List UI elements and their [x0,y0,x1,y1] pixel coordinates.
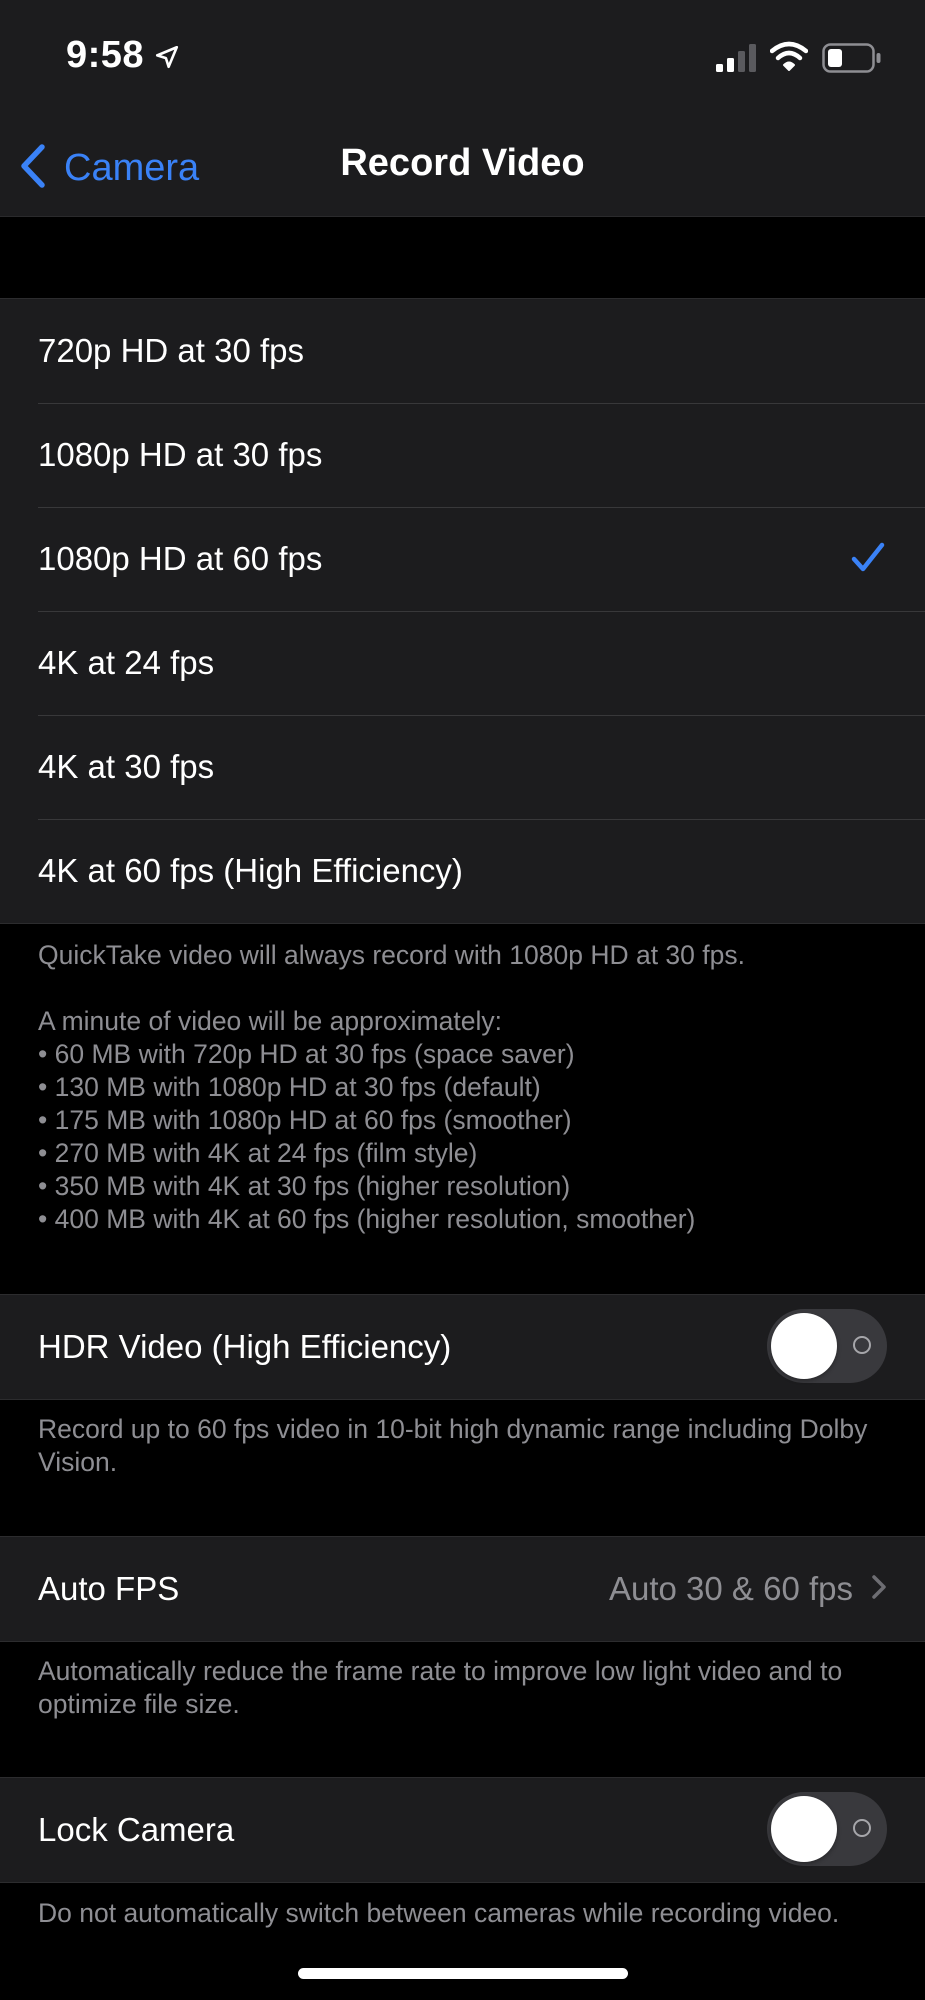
hdr-video-row: HDR Video (High Efficiency) [0,1295,925,1399]
status-bar: 9:58 [0,0,925,120]
chevron-right-icon [871,1574,887,1605]
page-title: Record Video [340,142,585,184]
lock-camera-footer-note: Do not automatically switch between came… [38,1897,898,1930]
size-list-item: • 350 MB with 4K at 30 fps (higher resol… [38,1171,571,1201]
format-option-1080p-30[interactable]: 1080p HD at 30 fps [0,403,925,507]
toggle-off-indicator-icon [853,1336,871,1354]
battery-icon [822,43,882,78]
lock-camera-toggle[interactable] [767,1792,887,1866]
auto-fps-footer-text: Automatically reduce the frame rate to i… [38,1656,843,1719]
size-list-item: • 175 MB with 1080p HD at 60 fps (smooth… [38,1105,572,1135]
format-option-label: 1080p HD at 60 fps [38,540,323,577]
auto-fps-value: Auto 30 & 60 fps [608,1570,853,1607]
format-option-label: 4K at 60 fps (High Efficiency) [38,852,463,889]
lock-camera-label: Lock Camera [38,1811,235,1848]
size-list-item: • 60 MB with 720p HD at 30 fps (space sa… [38,1039,575,1069]
status-time: 9:58 [66,34,145,76]
checkmark-icon [851,541,885,580]
auto-fps-group: Auto FPS Auto 30 & 60 fps [0,1536,925,1642]
wifi-icon [769,40,809,77]
hdr-video-label: HDR Video (High Efficiency) [38,1328,452,1365]
lock-camera-footer-text: Do not automatically switch between came… [38,1898,840,1928]
auto-fps-label: Auto FPS [38,1570,180,1607]
minute-size-intro: A minute of video will be approximately: [38,1006,502,1036]
format-option-4k-24[interactable]: 4K at 24 fps [0,611,925,715]
location-arrow-icon [154,44,180,75]
quicktake-note: QuickTake video will always record with … [38,940,745,970]
home-indicator[interactable] [298,1968,628,1979]
toggle-off-indicator-icon [853,1819,871,1837]
format-option-720p-30[interactable]: 720p HD at 30 fps [0,299,925,403]
navigation-bar: Camera Record Video [0,120,925,217]
format-options-list: 720p HD at 30 fps 1080p HD at 30 fps 108… [0,298,925,924]
hdr-footer-note: Record up to 60 fps video in 10-bit high… [38,1413,898,1479]
format-option-label: 4K at 30 fps [38,748,215,785]
format-option-label: 4K at 24 fps [38,644,215,681]
hdr-video-toggle[interactable] [767,1309,887,1383]
cellular-signal-icon [716,44,758,77]
lock-camera-row: Lock Camera [0,1778,925,1882]
hdr-footer-text: Record up to 60 fps video in 10-bit high… [38,1414,868,1477]
toggle-knob [771,1796,837,1862]
format-option-1080p-60[interactable]: 1080p HD at 60 fps [0,507,925,611]
size-list-item: • 400 MB with 4K at 60 fps (higher resol… [38,1204,696,1234]
format-option-4k-60[interactable]: 4K at 60 fps (High Efficiency) [0,819,925,923]
auto-fps-row[interactable]: Auto FPS Auto 30 & 60 fps [0,1537,925,1641]
lock-camera-group: Lock Camera [0,1777,925,1883]
format-option-label: 720p HD at 30 fps [38,332,304,369]
auto-fps-footer-note: Automatically reduce the frame rate to i… [38,1655,898,1721]
toggle-knob [771,1313,837,1379]
size-list-item: • 270 MB with 4K at 24 fps (film style) [38,1138,478,1168]
size-list-item: • 130 MB with 1080p HD at 30 fps (defaul… [38,1072,541,1102]
format-option-4k-30[interactable]: 4K at 30 fps [0,715,925,819]
format-option-label: 1080p HD at 30 fps [38,436,323,473]
format-footer-note: QuickTake video will always record with … [38,939,898,1236]
hdr-video-group: HDR Video (High Efficiency) [0,1294,925,1400]
